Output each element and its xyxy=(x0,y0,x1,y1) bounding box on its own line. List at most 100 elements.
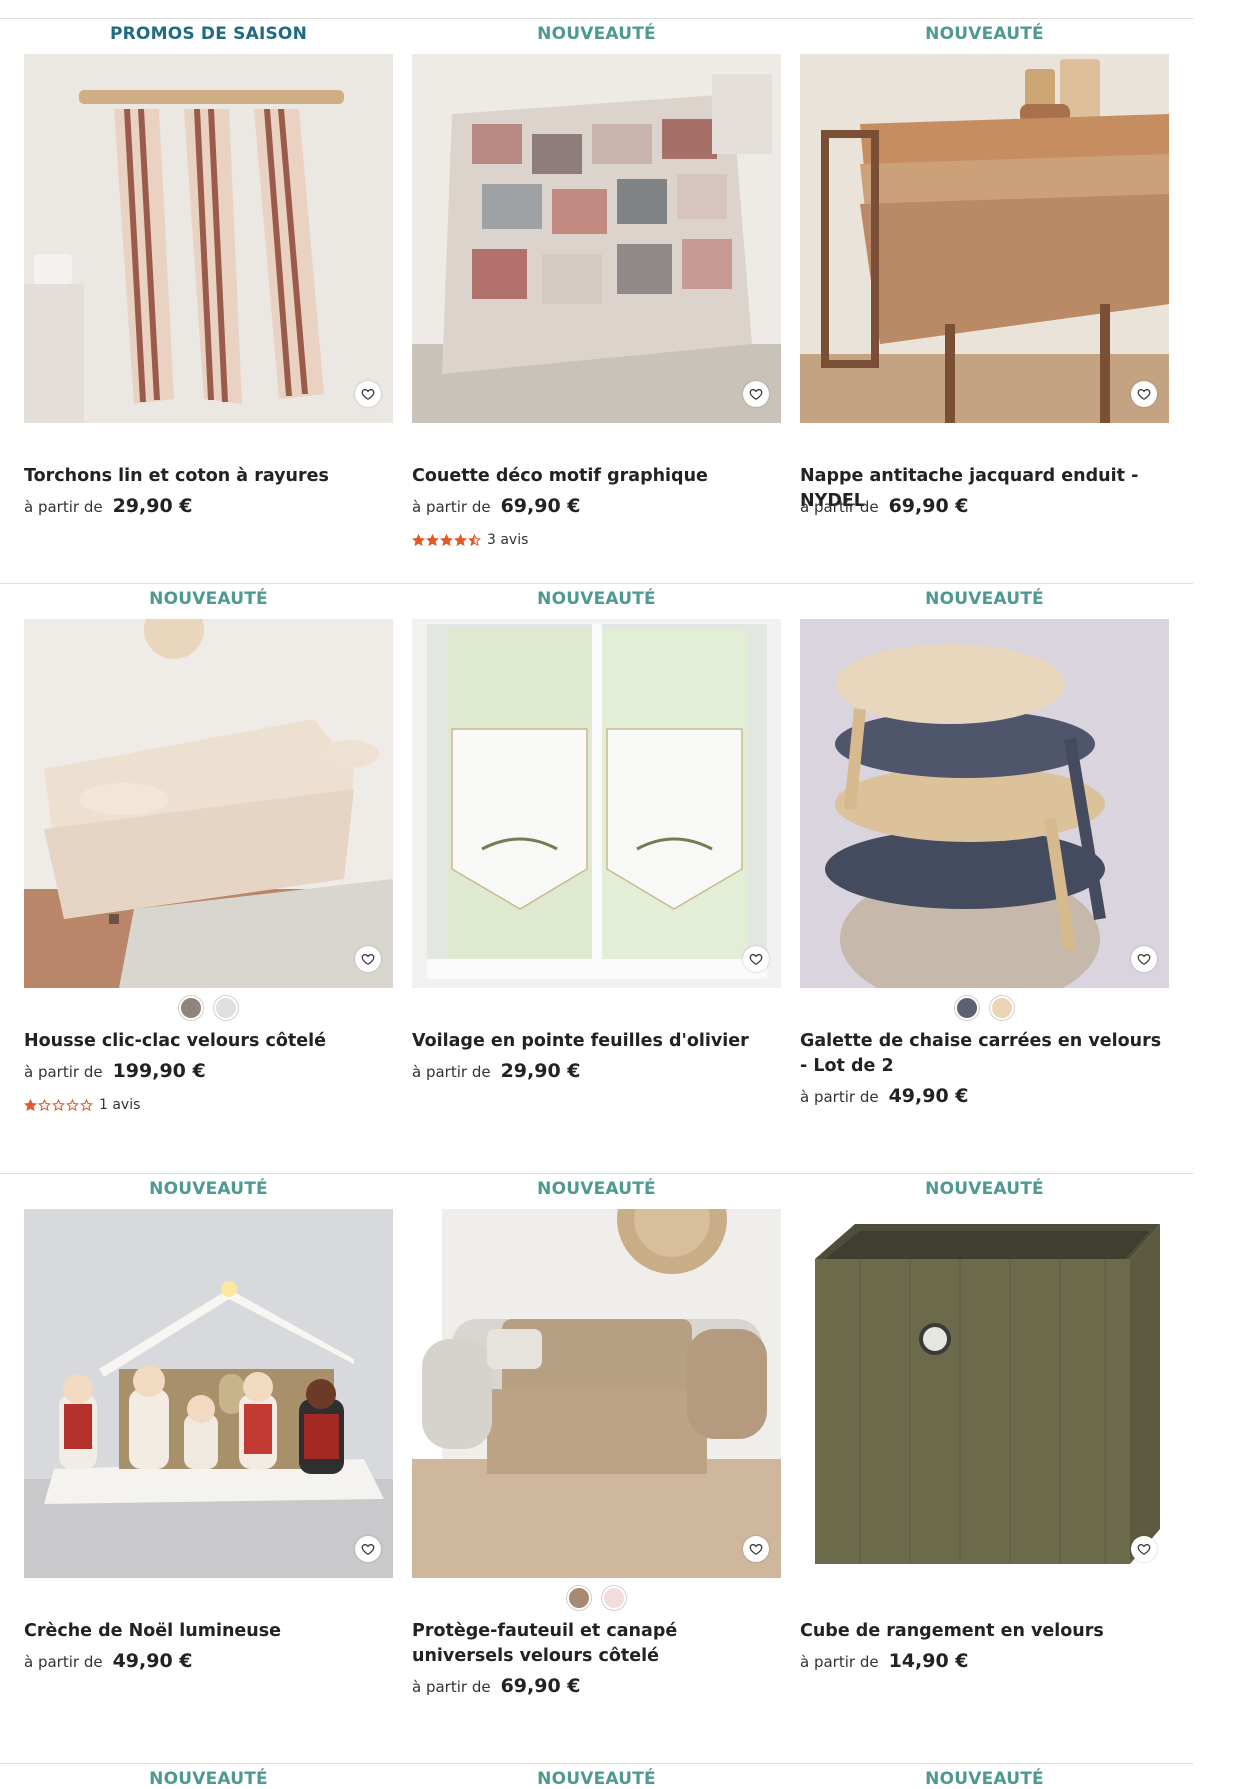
price-prefix: à partir de xyxy=(24,1653,103,1671)
storage-cube-illustration xyxy=(800,1209,1169,1578)
heart-outline-icon xyxy=(361,954,375,965)
product-price: à partir de 49,90 € xyxy=(800,1085,1169,1107)
product-image[interactable] xyxy=(800,54,1169,423)
favorite-button[interactable] xyxy=(743,381,769,407)
product-price: à partir de 29,90 € xyxy=(412,1060,781,1082)
duvet-illustration xyxy=(412,54,781,423)
color-swatch[interactable] xyxy=(955,996,979,1020)
new-badge: NOUVEAUTÉ xyxy=(925,1769,1044,1789)
favorite-button[interactable] xyxy=(355,946,381,972)
sofa-bed-illustration xyxy=(24,619,393,988)
favorite-button[interactable] xyxy=(355,381,381,407)
color-swatch[interactable] xyxy=(179,996,203,1020)
product-price: à partir de 29,90 € xyxy=(24,495,393,517)
price-prefix: à partir de xyxy=(800,1653,879,1671)
star-icon xyxy=(454,533,467,546)
heart-outline-icon xyxy=(361,1544,375,1555)
tablecloth-illustration xyxy=(800,54,1169,423)
tea-towels-illustration xyxy=(24,54,393,423)
price-prefix: à partir de xyxy=(24,498,103,516)
product-title[interactable]: Voilage en pointe feuilles d'olivier xyxy=(412,1029,781,1054)
chair-cushions-illustration xyxy=(800,619,1169,988)
star-icon xyxy=(412,533,425,546)
product-price: à partir de 14,90 € xyxy=(800,1650,1169,1672)
star-icon xyxy=(66,1098,79,1111)
product-rating[interactable]: 3 avis xyxy=(412,532,528,548)
price-prefix: à partir de xyxy=(412,1063,491,1081)
color-swatch[interactable] xyxy=(990,996,1014,1020)
star-icon xyxy=(52,1098,65,1111)
favorite-button[interactable] xyxy=(355,1536,381,1562)
product-title[interactable]: Crèche de Noël lumineuse xyxy=(24,1619,393,1644)
rating-stars xyxy=(412,533,481,547)
heart-outline-icon xyxy=(1137,954,1151,965)
review-count[interactable]: 1 avis xyxy=(99,1097,140,1113)
new-badge: NOUVEAUTÉ xyxy=(537,589,656,609)
product-image[interactable] xyxy=(412,1209,781,1578)
product-title[interactable]: Galette de chaise carrées en velours - L… xyxy=(800,1029,1169,1079)
heart-outline-icon xyxy=(749,389,763,400)
color-swatch[interactable] xyxy=(214,996,238,1020)
favorite-button[interactable] xyxy=(1131,946,1157,972)
row-divider xyxy=(0,1763,1193,1764)
price-value: 69,90 € xyxy=(500,495,581,517)
nativity-illustration xyxy=(24,1209,393,1578)
new-badge: NOUVEAUTÉ xyxy=(149,589,268,609)
sofa-protector-illustration xyxy=(412,1209,781,1578)
price-value: 29,90 € xyxy=(112,495,193,517)
new-badge: NOUVEAUTÉ xyxy=(537,1179,656,1199)
color-swatches xyxy=(24,996,393,1020)
row-divider xyxy=(0,583,1193,584)
product-title[interactable]: Cube de rangement en velours xyxy=(800,1619,1169,1644)
new-badge: NOUVEAUTÉ xyxy=(537,24,656,44)
window-sheers-illustration xyxy=(412,619,781,988)
star-icon xyxy=(468,533,481,546)
price-prefix: à partir de xyxy=(412,1678,491,1696)
price-prefix: à partir de xyxy=(412,498,491,516)
product-title[interactable]: Housse clic-clac velours côtelé xyxy=(24,1029,393,1054)
price-prefix: à partir de xyxy=(800,498,879,516)
favorite-button[interactable] xyxy=(743,1536,769,1562)
product-rating[interactable]: 1 avis xyxy=(24,1097,140,1113)
product-price: à partir de 69,90 € xyxy=(412,1675,781,1697)
new-badge: NOUVEAUTÉ xyxy=(149,1769,268,1789)
favorite-button[interactable] xyxy=(1131,381,1157,407)
product-price: à partir de 69,90 € xyxy=(412,495,781,517)
product-image[interactable] xyxy=(412,619,781,988)
color-swatch[interactable] xyxy=(567,1586,591,1610)
review-count[interactable]: 3 avis xyxy=(487,532,528,548)
price-prefix: à partir de xyxy=(800,1088,879,1106)
new-badge: NOUVEAUTÉ xyxy=(537,1769,656,1789)
product-image[interactable] xyxy=(24,1209,393,1578)
star-icon xyxy=(440,533,453,546)
price-value: 69,90 € xyxy=(500,1675,581,1697)
color-swatches xyxy=(800,996,1169,1020)
product-image[interactable] xyxy=(412,54,781,423)
price-value: 14,90 € xyxy=(888,1650,969,1672)
product-title[interactable]: Protège-fauteuil et canapé universels ve… xyxy=(412,1619,781,1669)
product-title[interactable]: Couette déco motif graphique xyxy=(412,464,781,489)
price-value: 49,90 € xyxy=(112,1650,193,1672)
color-swatch[interactable] xyxy=(602,1586,626,1610)
favorite-button[interactable] xyxy=(1131,1536,1157,1562)
row-divider xyxy=(0,1173,1193,1174)
star-icon xyxy=(38,1098,51,1111)
product-price: à partir de 199,90 € xyxy=(24,1060,393,1082)
favorite-button[interactable] xyxy=(743,946,769,972)
product-image[interactable] xyxy=(800,1209,1169,1578)
heart-outline-icon xyxy=(1137,389,1151,400)
product-title[interactable]: Torchons lin et coton à rayures xyxy=(24,464,393,489)
color-swatches xyxy=(412,1586,781,1610)
star-icon xyxy=(24,1098,37,1111)
price-value: 49,90 € xyxy=(888,1085,969,1107)
product-price: à partir de 69,90 € xyxy=(800,495,1169,517)
product-image[interactable] xyxy=(24,54,393,423)
rating-stars xyxy=(24,1098,93,1112)
new-badge: NOUVEAUTÉ xyxy=(925,24,1044,44)
heart-outline-icon xyxy=(1137,1544,1151,1555)
product-image[interactable] xyxy=(24,619,393,988)
heart-outline-icon xyxy=(361,389,375,400)
product-image[interactable] xyxy=(800,619,1169,988)
heart-outline-icon xyxy=(749,1544,763,1555)
star-icon xyxy=(80,1098,93,1111)
